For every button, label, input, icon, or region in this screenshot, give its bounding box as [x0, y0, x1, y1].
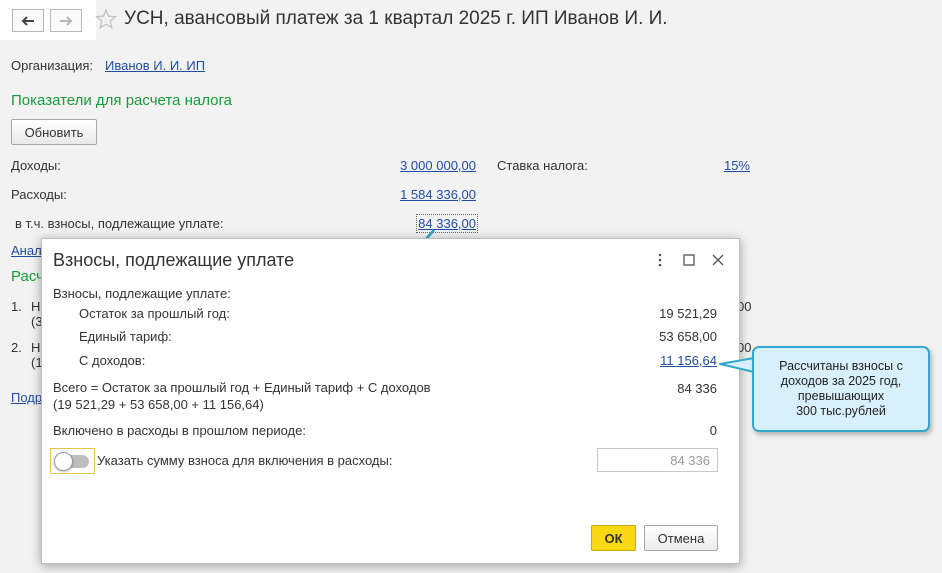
- item1-text: Н: [31, 299, 41, 314]
- expenses-value-link[interactable]: 1 584 336,00: [400, 187, 476, 202]
- forward-arrow-icon: [60, 15, 73, 26]
- dialog-heading: Взносы, подлежащие уплате:: [53, 286, 231, 301]
- from-income-label: С доходов:: [79, 353, 146, 368]
- tax-rate-link[interactable]: 15%: [724, 158, 750, 173]
- prev-year-balance-label: Остаток за прошлый год:: [79, 306, 230, 321]
- item1-number: 1.: [11, 299, 22, 314]
- callout-pointer: [719, 357, 755, 373]
- page-title: УСН, авансовый платеж за 1 квартал 2025 …: [124, 8, 668, 29]
- dialog-more-button[interactable]: [652, 252, 668, 268]
- income-value-link[interactable]: 3 000 000,00: [400, 158, 476, 173]
- included-prev-value: 0: [709, 423, 717, 438]
- navigation-bar: [0, 0, 96, 40]
- section-indicators-title: Показатели для расчета налога: [11, 92, 232, 109]
- item2-text: Н: [31, 340, 41, 355]
- forward-button[interactable]: [50, 9, 82, 32]
- dialog-maximize-button[interactable]: [681, 252, 697, 268]
- section-calculation-title: Расч: [11, 268, 44, 285]
- contributions-label: в т.ч. взносы, подлежащие уплате:: [15, 216, 224, 231]
- single-tariff-value: 53 658,00: [659, 329, 717, 344]
- details-link[interactable]: Подр: [11, 390, 42, 405]
- refresh-button[interactable]: Обновить: [11, 119, 97, 145]
- from-income-value-link[interactable]: 11 156,64: [660, 353, 717, 368]
- organization-link[interactable]: Иванов И. И. ИП: [105, 58, 205, 73]
- expenses-label: Расходы:: [11, 187, 67, 202]
- dialog-close-button[interactable]: [710, 252, 726, 268]
- organization-label: Организация:: [11, 58, 94, 73]
- single-tariff-label: Единый тариф:: [79, 329, 172, 344]
- back-button[interactable]: [12, 9, 44, 32]
- favorite-star-button[interactable]: [95, 8, 117, 33]
- specify-amount-label: Указать сумму взноса для включения в рас…: [97, 453, 393, 468]
- specify-amount-toggle[interactable]: [50, 448, 95, 474]
- income-label: Доходы:: [11, 158, 61, 173]
- contribution-amount-field[interactable]: 84 336: [597, 448, 718, 472]
- toggle-knob: [54, 452, 73, 471]
- total-label: Всего = Остаток за прошлый год + Единый …: [53, 380, 431, 395]
- tax-rate-label: Ставка налога:: [497, 158, 588, 173]
- dialog-title: Взносы, подлежащие уплате: [53, 250, 295, 270]
- explanation-callout: Рассчитаны взносы с доходов за 2025 год,…: [752, 346, 930, 432]
- maximize-icon: [683, 254, 695, 266]
- close-icon: [712, 254, 724, 266]
- star-icon: [95, 8, 117, 29]
- total-value: 84 336: [677, 381, 717, 396]
- prev-year-balance-value: 19 521,29: [659, 306, 717, 321]
- more-icon: [658, 253, 662, 267]
- item2-number: 2.: [11, 340, 22, 355]
- cancel-button[interactable]: Отмена: [644, 525, 718, 551]
- ok-button[interactable]: ОК: [591, 525, 636, 551]
- back-arrow-icon: [21, 15, 34, 26]
- contributions-dialog: Взносы, подлежащие уплате Взносы, подлеж…: [41, 238, 740, 564]
- analysis-link[interactable]: Анал: [11, 243, 42, 258]
- total-formula: (19 521,29 + 53 658,00 + 11 156,64): [53, 397, 264, 412]
- included-prev-label: Включено в расходы в прошлом периоде:: [53, 423, 306, 438]
